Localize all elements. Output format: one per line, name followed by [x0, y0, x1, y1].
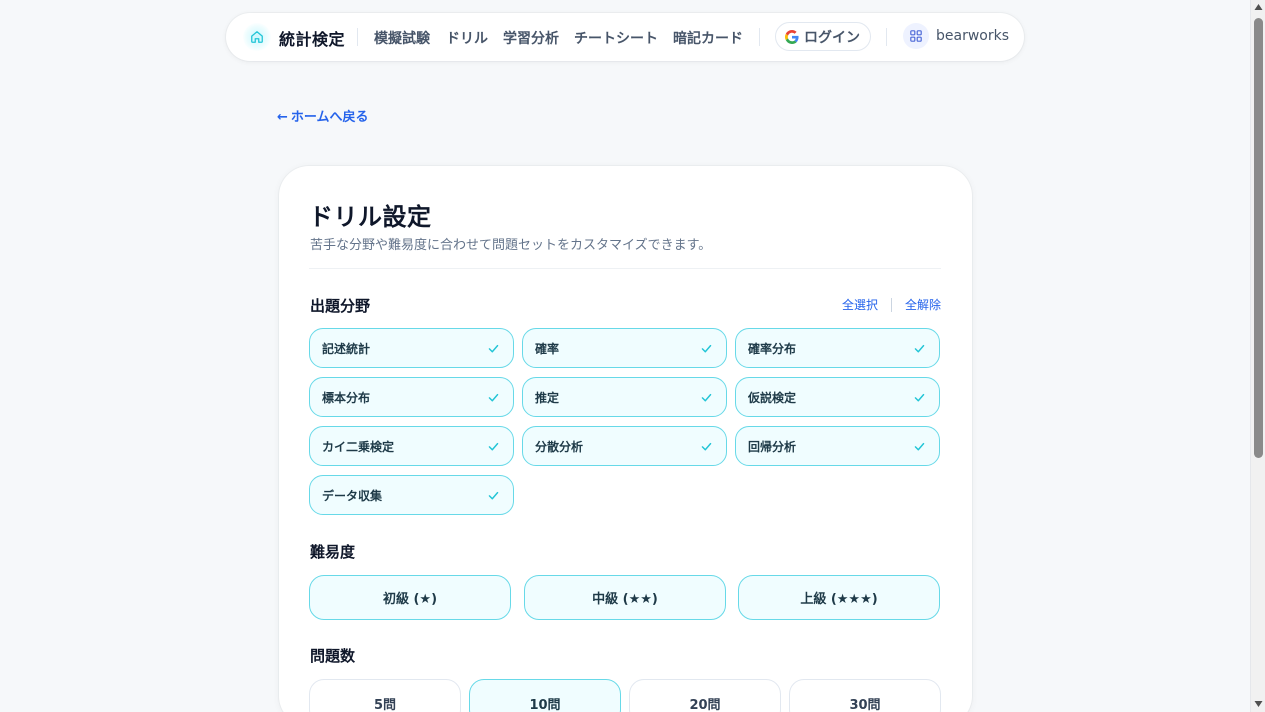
check-icon: [700, 440, 713, 453]
question-count-section-title: 問題数: [310, 647, 356, 665]
category-chip[interactable]: 記述統計: [309, 328, 514, 368]
account-name[interactable]: bearworks: [936, 28, 1009, 44]
nav-link-flashcards[interactable]: 暗記カード: [673, 28, 743, 48]
category-label: カイ二乗検定: [322, 439, 395, 454]
check-icon: [487, 391, 500, 404]
check-icon: [487, 342, 500, 355]
page-title: ドリル設定: [309, 203, 432, 231]
category-chip[interactable]: カイ二乗検定: [309, 426, 514, 466]
category-chip[interactable]: 標本分布: [309, 377, 514, 417]
login-button[interactable]: ログイン: [775, 22, 871, 51]
check-icon: [700, 391, 713, 404]
divider: [309, 268, 941, 269]
question-count-30-button[interactable]: 30問: [789, 679, 941, 712]
brand-title[interactable]: 統計検定: [279, 26, 345, 50]
question-count-20-button[interactable]: 20問: [629, 679, 781, 712]
nav-link-cheatsheet[interactable]: チートシート: [574, 28, 658, 48]
category-label: 分散分析: [535, 439, 584, 454]
back-to-home-link[interactable]: ← ホームへ戻る: [277, 106, 369, 125]
home-icon[interactable]: [243, 23, 271, 51]
category-chip[interactable]: 仮説検定: [735, 377, 940, 417]
arrow-left-icon: ←: [277, 110, 288, 125]
top-navigation: 統計検定 模擬試験 ドリル 学習分析 チートシート 暗記カード ログイン bea…: [226, 13, 1024, 61]
category-label: データ収集: [322, 488, 383, 503]
check-icon: [487, 440, 500, 453]
category-label: 記述統計: [322, 341, 371, 356]
nav-divider: [886, 28, 887, 46]
google-icon: [785, 29, 799, 44]
apps-grid-icon[interactable]: [903, 23, 929, 49]
nav-divider: [759, 28, 760, 46]
check-icon: [913, 391, 926, 404]
nav-link-mock-exam[interactable]: 模擬試験: [374, 28, 430, 48]
category-chip[interactable]: 分散分析: [522, 426, 727, 466]
category-section-title: 出題分野: [310, 297, 371, 315]
category-label: 推定: [535, 390, 560, 405]
category-chip[interactable]: 推定: [522, 377, 727, 417]
question-count-5-button[interactable]: 5問: [309, 679, 461, 712]
difficulty-beginner-button[interactable]: 初級 (★): [309, 575, 511, 620]
scrollbar-thumb[interactable]: [1254, 18, 1263, 458]
select-all-button[interactable]: 全選択: [842, 296, 878, 313]
question-count-10-button[interactable]: 10問: [469, 679, 621, 712]
vertical-scrollbar[interactable]: [1250, 0, 1265, 712]
difficulty-section-title: 難易度: [310, 543, 356, 561]
drill-settings-card: ドリル設定 苦手な分野や難易度に合わせて問題セットをカスタマイズできます。 出題…: [279, 166, 972, 712]
scroll-down-arrow-icon[interactable]: [1254, 700, 1263, 709]
check-icon: [700, 342, 713, 355]
category-label: 仮説検定: [748, 390, 797, 405]
check-icon: [487, 489, 500, 502]
check-icon: [913, 342, 926, 355]
login-label: ログイン: [804, 29, 860, 46]
nav-link-drill[interactable]: ドリル: [446, 28, 488, 48]
nav-link-analysis[interactable]: 学習分析: [503, 28, 559, 48]
divider: [890, 297, 892, 312]
check-icon: [913, 440, 926, 453]
category-label: 標本分布: [322, 390, 371, 405]
category-label: 回帰分析: [748, 439, 797, 454]
category-label: 確率分布: [748, 341, 797, 356]
page-subtitle: 苦手な分野や難易度に合わせて問題セットをカスタマイズできます。: [310, 238, 712, 253]
category-chip[interactable]: 回帰分析: [735, 426, 940, 466]
category-chip[interactable]: 確率: [522, 328, 727, 368]
difficulty-intermediate-button[interactable]: 中級 (★★): [524, 575, 726, 620]
nav-divider: [357, 28, 358, 46]
scroll-up-arrow-icon[interactable]: [1254, 3, 1263, 12]
difficulty-advanced-button[interactable]: 上級 (★★★): [738, 575, 940, 620]
category-select-controls: 全選択 全解除: [842, 296, 941, 313]
clear-all-button[interactable]: 全解除: [905, 296, 941, 313]
category-label: 確率: [535, 341, 560, 356]
category-chip[interactable]: 確率分布: [735, 328, 940, 368]
back-link-label: ホームへ戻る: [290, 110, 369, 125]
category-chip[interactable]: データ収集: [309, 475, 514, 515]
